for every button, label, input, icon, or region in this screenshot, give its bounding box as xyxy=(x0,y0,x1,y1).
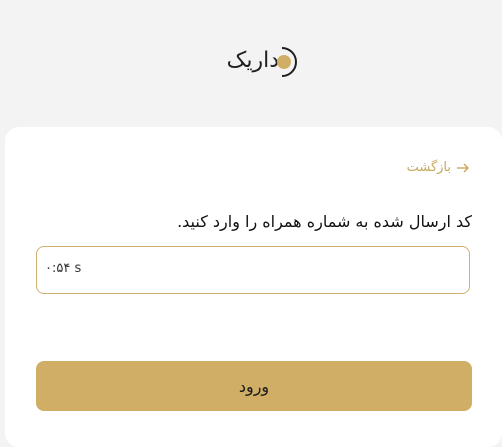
back-label: بازگشت xyxy=(406,160,451,175)
resend-timer: ۰:۵۴ s xyxy=(45,261,82,276)
back-link[interactable]: بازگشت xyxy=(407,160,469,175)
code-prompt: کد ارسال شده به شماره همراه را وارد کنید… xyxy=(177,212,472,231)
brand-name: داریک xyxy=(226,48,279,73)
verification-code-input[interactable]: ۰:۵۴ s xyxy=(36,246,470,294)
arrow-right-icon xyxy=(457,163,469,172)
brand-mark-icon xyxy=(277,47,297,77)
login-button[interactable]: ورود xyxy=(36,361,472,411)
brand-logo: داریک xyxy=(205,44,301,80)
